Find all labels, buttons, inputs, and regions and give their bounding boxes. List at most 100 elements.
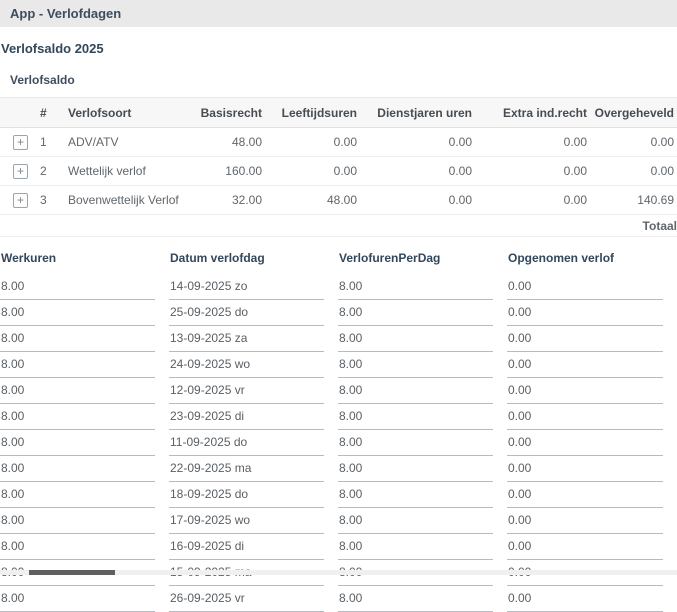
expand-row-icon[interactable] <box>13 135 28 150</box>
opgenomen-verlof-field[interactable]: 0.00 <box>507 352 663 378</box>
verlofdag-row: 8.00 26-09-2025 vr 8.00 0.00 <box>0 586 677 612</box>
datum-verlofdag-field[interactable]: 16-09-2025 di <box>169 534 324 560</box>
datum-verlofdag-field[interactable]: 24-09-2025 wo <box>169 352 324 378</box>
leeftijdsuren-cell: 0.00 <box>265 128 360 157</box>
opgenomen-verlof-field[interactable]: 0.00 <box>507 482 663 508</box>
verlofuren-per-dag-field[interactable]: 8.00 <box>338 378 493 404</box>
datum-verlofdag-field[interactable]: 26-09-2025 vr <box>169 586 324 612</box>
werkuren-field[interactable]: 8.00 <box>0 326 155 352</box>
expand-row-icon[interactable] <box>13 193 28 208</box>
datum-verlofdag-field[interactable]: 25-09-2025 do <box>169 300 324 326</box>
werkuren-field[interactable]: 8.00 <box>0 404 155 430</box>
verlofuren-per-dag-field[interactable]: 8.00 <box>338 482 493 508</box>
col-header-overgeheveld: Overgeheveld <box>590 98 677 128</box>
verlofuren-per-dag-field[interactable]: 8.00 <box>338 534 493 560</box>
page-title: Verlofsaldo 2025 <box>1 41 677 56</box>
dienstjaren-uren-cell: 0.00 <box>360 186 475 215</box>
verlofuren-per-dag-field[interactable]: 8.00 <box>338 586 493 612</box>
row-number-cell: 2 <box>40 157 68 186</box>
datum-verlofdag-field[interactable]: 17-09-2025 wo <box>169 508 324 534</box>
opgenomen-verlof-field[interactable]: 0.00 <box>507 274 663 300</box>
app-header-bar: App - Verlofdagen <box>0 0 677 27</box>
expand-row-icon[interactable] <box>13 164 28 179</box>
basisrecht-cell: 160.00 <box>198 157 265 186</box>
verlofdag-row: 8.00 24-09-2025 wo 8.00 0.00 <box>0 352 677 378</box>
opgenomen-verlof-field[interactable]: 0.00 <box>507 456 663 482</box>
col-header-num: # <box>40 98 68 128</box>
basisrecht-cell: 48.00 <box>198 128 265 157</box>
col-header-basisrecht: Basisrecht <box>198 98 265 128</box>
opgenomen-verlof-field[interactable]: 0.00 <box>507 378 663 404</box>
verlofuren-per-dag-field[interactable]: 8.00 <box>338 274 493 300</box>
verlofuren-per-dag-field[interactable]: 8.00 <box>338 508 493 534</box>
verlofsoort-cell: Wettelijk verlof <box>68 157 198 186</box>
row-number-cell: 3 <box>40 186 68 215</box>
datum-verlofdag-field[interactable]: 13-09-2025 za <box>169 326 324 352</box>
verlofsaldo-table: # Verlofsoort Basisrecht Leeftijdsuren D… <box>0 97 677 237</box>
saldo-table-row: 3 Bovenwettelijk Verlof 32.00 48.00 0.00… <box>0 186 677 215</box>
verlofdag-row: 8.00 12-09-2025 vr 8.00 0.00 <box>0 378 677 404</box>
total-label: Totaal <box>590 215 677 237</box>
werkuren-field[interactable]: 8.00 <box>0 534 155 560</box>
basisrecht-cell: 32.00 <box>198 186 265 215</box>
werkuren-field[interactable]: 8.00 <box>0 352 155 378</box>
leeftijdsuren-cell: 0.00 <box>265 157 360 186</box>
saldo-total-row: Totaal <box>0 215 677 237</box>
datum-verlofdag-field[interactable]: 18-09-2025 do <box>169 482 324 508</box>
col-header-verlofsoort: Verlofsoort <box>68 98 198 128</box>
opgenomen-verlof-field[interactable]: 0.00 <box>507 326 663 352</box>
verlofdag-row: 8.00 22-09-2025 ma 8.00 0.00 <box>0 456 677 482</box>
expand-column-header <box>0 98 40 128</box>
werkuren-field[interactable]: 8.00 <box>0 300 155 326</box>
verlofuren-per-dag-field[interactable]: 8.00 <box>338 326 493 352</box>
verlofdag-row: 8.00 23-09-2025 di 8.00 0.00 <box>0 404 677 430</box>
dienstjaren-uren-cell: 0.00 <box>360 128 475 157</box>
opgenomen-verlof-field[interactable]: 0.00 <box>507 534 663 560</box>
col-header-verlofuren-per-dag: VerlofurenPerDag <box>338 248 507 274</box>
werkuren-field[interactable]: 8.00 <box>0 378 155 404</box>
verlofuren-per-dag-field[interactable]: 8.00 <box>338 430 493 456</box>
verlofdag-row: 8.00 17-09-2025 wo 8.00 0.00 <box>0 508 677 534</box>
col-header-dienstjaren-uren: Dienstjaren uren <box>360 98 475 128</box>
werkuren-field[interactable]: 8.00 <box>0 508 155 534</box>
overgeheveld-cell: 0.00 <box>590 128 677 157</box>
verlofdag-row: 8.00 25-09-2025 do 8.00 0.00 <box>0 300 677 326</box>
col-header-leeftijdsuren: Leeftijdsuren <box>265 98 360 128</box>
verlofdag-row: 8.00 16-09-2025 di 8.00 0.00 <box>0 534 677 560</box>
opgenomen-verlof-field[interactable]: 0.00 <box>507 430 663 456</box>
col-header-werkuren: Werkuren <box>0 248 169 274</box>
opgenomen-verlof-field[interactable]: 0.00 <box>507 404 663 430</box>
col-header-opgenomen-verlof: Opgenomen verlof <box>507 248 677 274</box>
verlofuren-per-dag-field[interactable]: 8.00 <box>338 404 493 430</box>
saldo-table-row: 2 Wettelijk verlof 160.00 0.00 0.00 0.00… <box>0 157 677 186</box>
verlofuren-per-dag-field[interactable]: 8.00 <box>338 456 493 482</box>
datum-verlofdag-field[interactable]: 23-09-2025 di <box>169 404 324 430</box>
datum-verlofdag-field[interactable]: 12-09-2025 vr <box>169 378 324 404</box>
datum-verlofdag-field[interactable]: 14-09-2025 zo <box>169 274 324 300</box>
verlofuren-per-dag-field[interactable]: 8.00 <box>338 352 493 378</box>
verlofuren-per-dag-field[interactable]: 8.00 <box>338 300 493 326</box>
werkuren-field[interactable]: 8.00 <box>0 456 155 482</box>
opgenomen-verlof-field[interactable]: 0.00 <box>507 300 663 326</box>
werkuren-field[interactable]: 8.00 <box>0 586 155 612</box>
saldo-header-row: # Verlofsoort Basisrecht Leeftijdsuren D… <box>0 98 677 128</box>
opgenomen-verlof-field[interactable]: 0.00 <box>507 586 663 612</box>
leeftijdsuren-cell: 48.00 <box>265 186 360 215</box>
row-number-cell: 1 <box>40 128 68 157</box>
werkuren-field[interactable]: 8.00 <box>0 482 155 508</box>
col-header-extra-ind-recht: Extra ind.recht <box>475 98 590 128</box>
saldo-table-row: 1 ADV/ATV 48.00 0.00 0.00 0.00 0.00 <box>0 128 677 157</box>
datum-verlofdag-field[interactable]: 22-09-2025 ma <box>169 456 324 482</box>
extra-ind-recht-cell: 0.00 <box>475 128 590 157</box>
verlofdag-row: 8.00 18-09-2025 do 8.00 0.00 <box>0 482 677 508</box>
col-header-datum-verlofdag: Datum verlofdag <box>169 248 338 274</box>
werkuren-field[interactable]: 8.00 <box>0 430 155 456</box>
verlofdag-row: 8.00 14-09-2025 zo 8.00 0.00 <box>0 274 677 300</box>
opgenomen-verlof-field[interactable]: 0.00 <box>507 508 663 534</box>
datum-verlofdag-field[interactable]: 11-09-2025 do <box>169 430 324 456</box>
werkuren-field[interactable]: 8.00 <box>0 274 155 300</box>
horizontal-scrollbar[interactable] <box>0 570 677 575</box>
days-header-row: Werkuren Datum verlofdag VerlofurenPerDa… <box>0 248 677 274</box>
scrollbar-thumb[interactable] <box>29 570 115 575</box>
overgeheveld-cell: 0.00 <box>590 157 677 186</box>
